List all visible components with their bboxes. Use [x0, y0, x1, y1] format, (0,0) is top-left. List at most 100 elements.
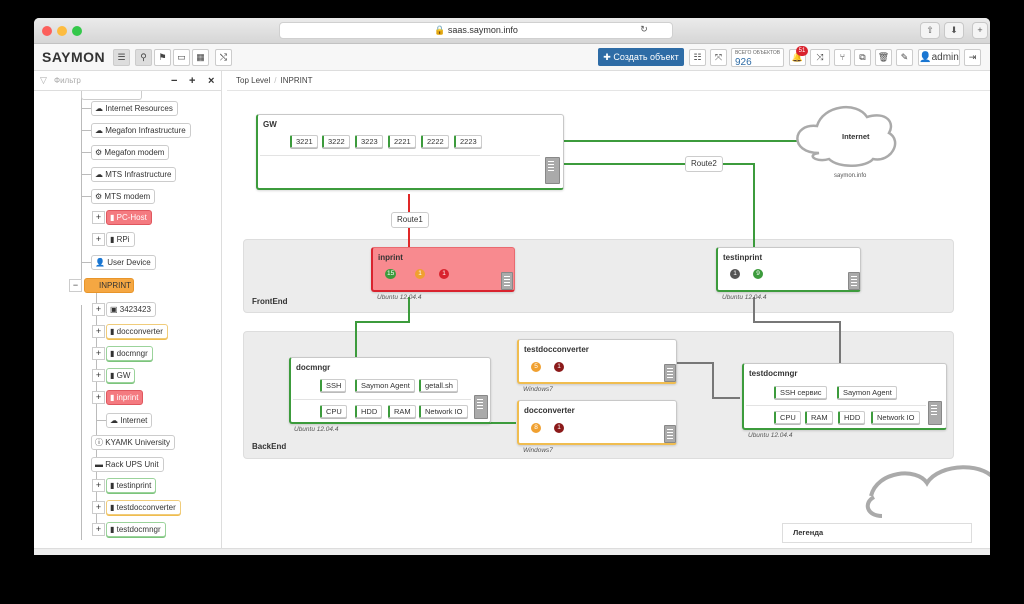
service-chip[interactable]: SSH: [320, 379, 347, 392]
tree-item[interactable]: ▮ RPi: [106, 232, 135, 247]
tree-item[interactable]: ▮ testdocmngr: [106, 522, 166, 537]
object-count: ВСЕГО ОБЪЕКТОВ 926: [731, 48, 784, 68]
metric-chip[interactable]: HDD: [355, 405, 383, 418]
tree-line: [81, 91, 82, 290]
tree-item[interactable]: ▮ PC-Host: [106, 210, 152, 225]
expand-toggle[interactable]: +: [92, 303, 105, 316]
fullscreen-icon[interactable]: ⤧: [710, 49, 727, 66]
minimize-window-button[interactable]: [57, 26, 67, 36]
expand-toggle[interactable]: +: [92, 523, 105, 536]
port-chip[interactable]: 3223: [355, 135, 383, 148]
table-view-icon[interactable]: ▦: [192, 49, 209, 66]
download-icon[interactable]: ⬇: [944, 22, 964, 39]
metric-chip[interactable]: Network IO: [871, 411, 920, 424]
link-add-icon[interactable]: ⤨: [810, 49, 830, 66]
service-chip[interactable]: Saymon Agent: [837, 386, 897, 399]
tree-item[interactable]: ⓘ KYAMK University: [91, 435, 175, 450]
node-testdocmngr[interactable]: testdocmngr SSH сервис Saymon Agent CPU …: [742, 363, 947, 430]
tree-item[interactable]: ⚙ MTS modem: [91, 189, 156, 204]
expand-toggle[interactable]: +: [92, 233, 105, 246]
node-docmngr[interactable]: docmngr SSH Saymon Agent getall.sh CPU H…: [289, 357, 491, 424]
share-icon[interactable]: ⇧: [920, 22, 940, 39]
expand-toggle[interactable]: +: [92, 479, 105, 492]
monitor-icon[interactable]: ▭: [173, 49, 190, 66]
service-chip[interactable]: getall.sh: [419, 379, 458, 392]
metric-chip[interactable]: CPU: [774, 411, 801, 424]
trash-icon[interactable]: 🗑: [875, 49, 892, 66]
create-object-button[interactable]: ✚ Создать объект: [598, 48, 684, 66]
tree-item[interactable]: ▮ GW: [106, 368, 136, 383]
service-chip[interactable]: Saymon Agent: [355, 379, 415, 392]
tree-item[interactable]: ▮ testinprint: [106, 478, 157, 493]
wrench-icon[interactable]: ✎: [896, 49, 913, 66]
node-testdocconverter[interactable]: testdocconverter 5 1: [517, 339, 677, 384]
tree-view-icon[interactable]: ☰: [113, 49, 130, 66]
route1-label[interactable]: Route1: [391, 212, 429, 228]
close-filter-button[interactable]: ×: [208, 75, 214, 87]
fork-icon[interactable]: ⑂: [834, 49, 851, 66]
address-bar[interactable]: 🔒 saas.saymon.info: [279, 22, 673, 39]
hierarchy-view-icon[interactable]: ⚲: [135, 49, 152, 66]
cloud-icon: ☁: [110, 416, 121, 425]
copy-icon[interactable]: ⧉: [854, 49, 871, 66]
metric-chip[interactable]: RAM: [388, 405, 416, 418]
metric-chip[interactable]: Network IO: [419, 405, 468, 418]
tree-item[interactable]: ☁ Megafon Infrastructure: [91, 123, 191, 138]
map-marker-icon[interactable]: ⚑: [154, 49, 171, 66]
tree-item[interactable]: ▮ docmngr: [106, 346, 153, 361]
user-menu[interactable]: 👤admin: [918, 49, 960, 66]
tree-item[interactable]: ☁ MTS Infrastructure: [91, 167, 177, 182]
tree-item[interactable]: ▮ docconverter: [106, 324, 168, 339]
metric-chip[interactable]: RAM: [805, 411, 833, 424]
port-chip[interactable]: 2221: [388, 135, 416, 148]
expand-toggle[interactable]: +: [92, 369, 105, 382]
port-chip[interactable]: 3222: [322, 135, 350, 148]
cloud-icon: ☁: [95, 104, 106, 113]
node-inprint[interactable]: inprint 15 1 1: [371, 247, 515, 292]
expand-toggle[interactable]: +: [92, 211, 105, 224]
zoom-window-button[interactable]: [72, 26, 82, 36]
filter-icon: ▽: [40, 75, 47, 85]
node-docconverter[interactable]: docconverter 8 1: [517, 400, 677, 445]
port-chip[interactable]: 2222: [421, 135, 449, 148]
list-icon[interactable]: ☷: [689, 49, 706, 66]
tree-item[interactable]: ▣ 3423423: [106, 302, 156, 317]
shuffle-icon[interactable]: ⤭: [215, 49, 232, 66]
reload-icon[interactable]: ↻: [634, 22, 654, 39]
port-chip[interactable]: 3221: [290, 135, 318, 148]
horizontal-scrollbar[interactable]: [34, 548, 990, 555]
tree-item[interactable]: ☁ Internet: [106, 413, 153, 428]
server-icon: [501, 272, 513, 290]
metric-chip[interactable]: CPU: [320, 405, 347, 418]
tree-item[interactable]: ▮ testdocconverter: [106, 500, 181, 515]
expand-toggle[interactable]: +: [92, 501, 105, 514]
app-icon: ▣: [110, 305, 120, 314]
expand-all-button[interactable]: +: [189, 75, 195, 87]
expand-toggle[interactable]: +: [92, 325, 105, 338]
server-icon: ▮: [110, 503, 117, 512]
tree-item-partial[interactable]: [81, 91, 142, 100]
node-gw[interactable]: GW 3221 3222 3223 2221 2222 2223: [256, 114, 564, 190]
collapse-toggle[interactable]: −: [69, 279, 82, 292]
metric-chip[interactable]: HDD: [838, 411, 866, 424]
new-tab-icon[interactable]: +: [972, 22, 988, 39]
route2-label[interactable]: Route2: [685, 156, 723, 172]
filter-input[interactable]: Фильтр: [54, 76, 81, 85]
expand-toggle[interactable]: +: [92, 347, 105, 360]
critical-count: 1: [554, 423, 564, 433]
logout-icon[interactable]: ⇥: [964, 49, 981, 66]
port-chip[interactable]: 2223: [454, 135, 482, 148]
expand-toggle[interactable]: +: [92, 391, 105, 404]
tree-item[interactable]: 👤 User Device: [91, 255, 156, 270]
node-testinprint[interactable]: testinprint 1 9: [716, 247, 861, 292]
close-window-button[interactable]: [42, 26, 52, 36]
tree-item-inprint-folder[interactable]: INPRINT: [84, 278, 134, 293]
legend-panel[interactable]: Легенда: [782, 523, 972, 543]
collapse-all-button[interactable]: −: [171, 75, 177, 87]
tree-item[interactable]: ⚙ Megafon modem: [91, 145, 170, 160]
tree-item[interactable]: ▮ inprint: [106, 390, 144, 405]
notification-badge: 51: [796, 46, 808, 56]
tree-item[interactable]: ▬ Rack UPS Unit: [91, 457, 164, 472]
service-chip[interactable]: SSH сервис: [774, 386, 827, 399]
tree-item[interactable]: ☁ Internet Resources: [91, 101, 178, 116]
